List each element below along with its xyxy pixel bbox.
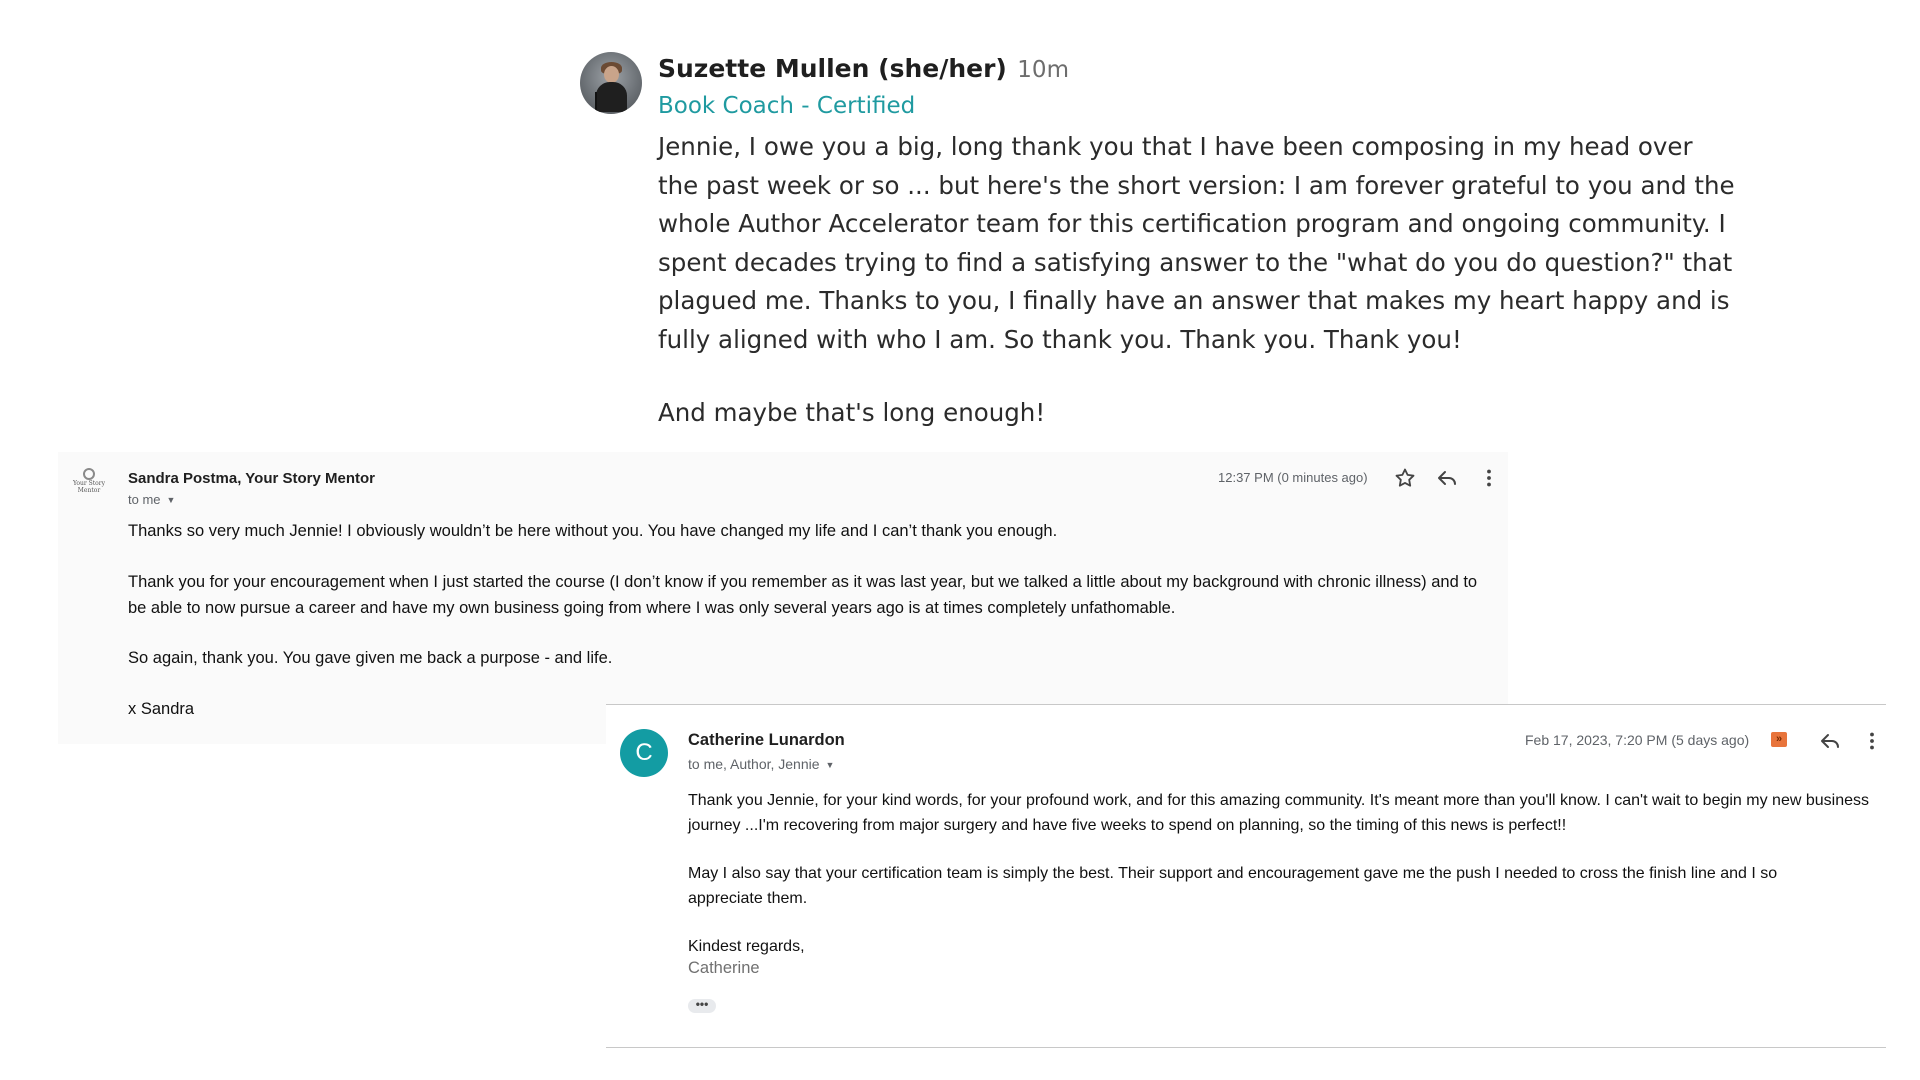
recipients-toggle[interactable]: to me ▼	[128, 492, 175, 507]
author-badge: Book Coach - Certified	[658, 93, 916, 119]
recipients-text: to me	[128, 492, 161, 507]
sender-avatar[interactable]: C	[620, 729, 668, 777]
post-closing: And maybe that's long enough!	[658, 397, 1046, 427]
recipients-text: to me, Author, Jennie	[688, 756, 820, 772]
star-icon[interactable]	[1393, 466, 1417, 490]
logo-wordmark: Your Story Mentor	[72, 480, 106, 494]
more-vert-icon[interactable]	[1477, 466, 1501, 490]
post-body: Jennie, I owe you a big, long thank you …	[658, 132, 1743, 354]
email-message-sandra: Your Story Mentor Sandra Postma, Your St…	[58, 452, 1508, 744]
more-vert-icon[interactable]	[1860, 729, 1884, 753]
email-timestamp: 12:37 PM (0 minutes ago)	[1218, 470, 1368, 485]
avatar[interactable]	[580, 52, 642, 114]
post-header: Suzette Mullen (she/her) 10m	[658, 52, 1738, 86]
email-signoff: Kindest regards,	[688, 938, 805, 955]
reply-icon[interactable]	[1818, 729, 1842, 753]
email-paragraph: Thank you Jennie, for your kind words, f…	[688, 792, 1869, 834]
testimonial-collage: Suzette Mullen (she/her) 10m Book Coach …	[0, 0, 1920, 1080]
sender-logo: Your Story Mentor	[72, 468, 106, 508]
email-paragraph: Thank you for your encouragement when I …	[128, 573, 1478, 617]
show-trimmed-content-button[interactable]: •••	[688, 998, 716, 1013]
caret-down-icon: ▼	[166, 495, 176, 505]
reply-icon[interactable]	[1435, 466, 1459, 490]
recipients-toggle[interactable]: to me, Author, Jennie ▼	[688, 756, 834, 772]
email-paragraph: Thanks so very much Jennie! I obviously …	[128, 522, 1058, 540]
post-timestamp: 10m	[1017, 57, 1069, 83]
sender-name[interactable]: Sandra Postma, Your Story Mentor	[128, 470, 375, 487]
email-paragraph: May I also say that your certification t…	[688, 865, 1778, 907]
sender-name[interactable]: Catherine Lunardon	[688, 731, 845, 750]
logo-mark-icon	[83, 468, 95, 480]
important-marker-icon[interactable]: »	[1771, 732, 1787, 747]
email-message-catherine: C Catherine Lunardon to me, Author, Jenn…	[606, 704, 1886, 1048]
microphone-stand-icon	[595, 92, 597, 114]
email-signature: Catherine	[688, 959, 760, 977]
email-paragraph: So again, thank you. You gave given me b…	[128, 649, 613, 667]
post-content: Suzette Mullen (she/her) 10m Book Coach …	[658, 52, 1738, 427]
avatar-body	[596, 82, 627, 112]
avatar-head	[604, 66, 619, 83]
post-author[interactable]: Suzette Mullen (she/her)	[658, 54, 1007, 83]
email-timestamp: Feb 17, 2023, 7:20 PM (5 days ago)	[1525, 732, 1750, 748]
caret-down-icon: ▼	[825, 760, 835, 770]
